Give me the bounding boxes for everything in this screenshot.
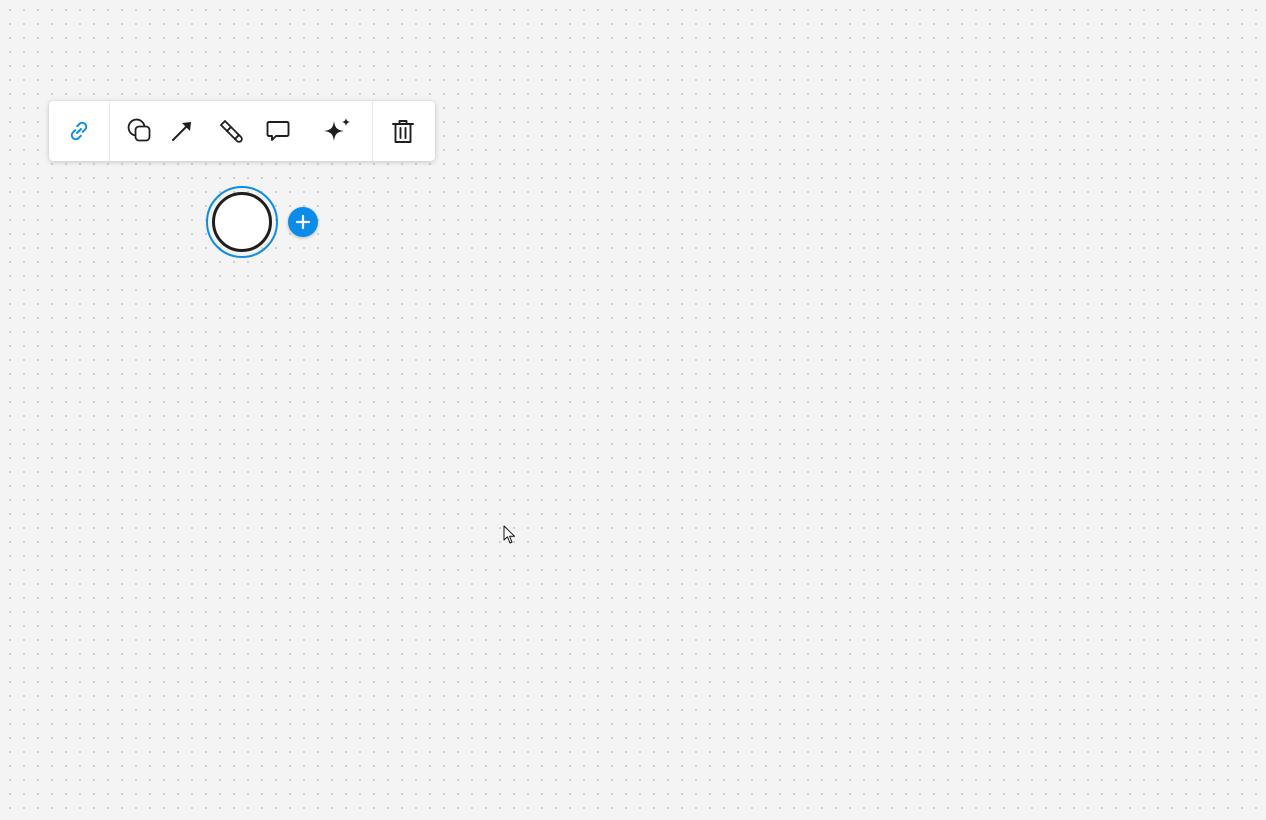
trash-icon bbox=[392, 120, 414, 143]
circle-shape[interactable] bbox=[212, 192, 272, 252]
comment-button[interactable] bbox=[254, 101, 302, 161]
arrow-icon bbox=[172, 122, 191, 141]
toolbar-group-link bbox=[49, 101, 109, 161]
mouse-pointer-icon bbox=[503, 525, 515, 544]
shapes-icon bbox=[127, 118, 151, 142]
sparkle-icon bbox=[324, 118, 350, 141]
toolbar-group-delete bbox=[373, 101, 433, 161]
plus-icon bbox=[295, 214, 311, 230]
selected-circle-shape[interactable] bbox=[206, 186, 278, 258]
toolbar-group-edit bbox=[110, 101, 372, 161]
shapes-button[interactable] bbox=[122, 101, 158, 161]
style-button[interactable] bbox=[206, 101, 254, 161]
paint-brush-icon bbox=[220, 120, 243, 143]
add-connected-shape-button[interactable] bbox=[288, 207, 318, 237]
comment-icon bbox=[266, 121, 290, 141]
arrow-button[interactable] bbox=[158, 101, 206, 161]
whiteboard-canvas[interactable] bbox=[0, 0, 1266, 820]
ai-button[interactable] bbox=[302, 101, 372, 161]
link-icon bbox=[70, 121, 88, 141]
context-toolbar bbox=[49, 101, 435, 161]
delete-button[interactable] bbox=[373, 101, 433, 161]
link-button[interactable] bbox=[49, 101, 109, 161]
